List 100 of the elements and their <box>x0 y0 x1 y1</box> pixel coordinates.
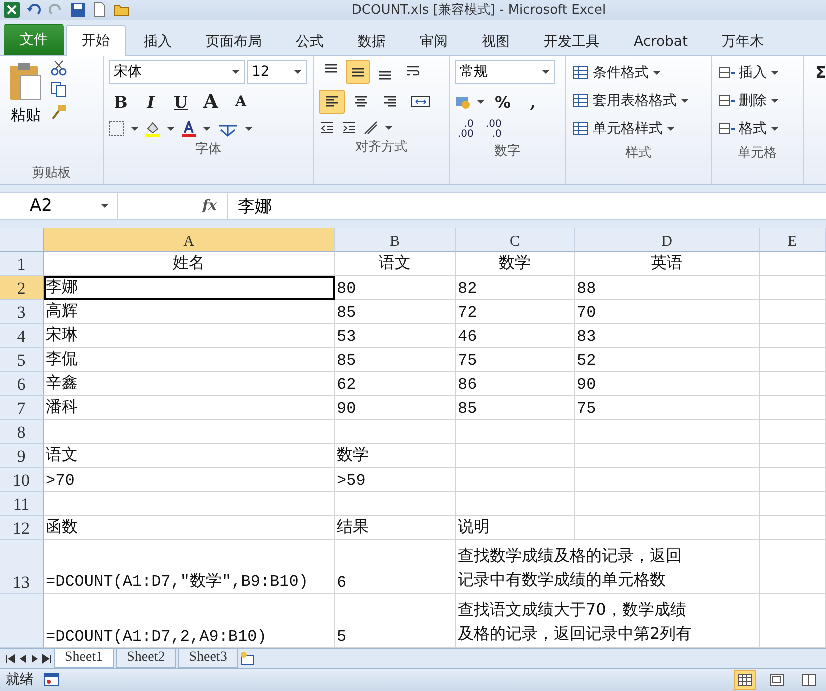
ribbon-tab[interactable]: 开始 <box>66 25 126 56</box>
insert-sheet-icon[interactable] <box>240 650 256 666</box>
format-painter-icon[interactable] <box>51 104 67 120</box>
row-header[interactable]: 13 <box>0 540 44 594</box>
borders-icon[interactable] <box>109 121 125 137</box>
cells-command[interactable]: 删除 <box>717 88 798 114</box>
underline-button[interactable]: U <box>169 90 193 114</box>
first-sheet-icon[interactable] <box>6 654 16 664</box>
cells-command[interactable]: 格式 <box>717 116 798 142</box>
table-cell: 语文 <box>44 444 335 468</box>
insert-function-button[interactable]: fx <box>118 193 228 219</box>
table-cell <box>760 492 826 516</box>
table-cell <box>760 300 826 324</box>
caret-icon <box>653 70 661 76</box>
row-header[interactable]: 12 <box>0 516 44 540</box>
caret-icon <box>542 69 550 75</box>
table-cell: 90 <box>575 372 760 396</box>
table-style-icon <box>573 65 589 81</box>
ribbon-tab[interactable]: 页面布局 <box>190 28 278 55</box>
increase-indent-icon[interactable] <box>341 120 357 136</box>
table-cell: 83 <box>575 324 760 348</box>
next-sheet-icon[interactable] <box>30 654 40 664</box>
row-header[interactable]: 5 <box>0 348 44 372</box>
cut-icon[interactable] <box>51 60 67 76</box>
align-top-icon <box>324 64 338 73</box>
ribbon-tab[interactable]: 视图 <box>466 28 526 55</box>
table-cell: 72 <box>456 300 575 324</box>
table-cell: =DCOUNT(A1:D7,"数学",B9:B10) <box>44 540 335 594</box>
row-header[interactable]: 7 <box>0 396 44 420</box>
sheet-tab[interactable]: Sheet2 <box>116 649 176 668</box>
number-format-field[interactable]: 常规 <box>455 60 555 84</box>
decimal-button[interactable]: .0 .00 <box>455 120 477 140</box>
table-cell: 6 <box>335 540 456 594</box>
ribbon-tab[interactable]: 插入 <box>128 28 188 55</box>
row-header[interactable]: 9 <box>0 444 44 468</box>
column-header[interactable]: B <box>335 228 456 252</box>
row-header[interactable]: 10 <box>0 468 44 492</box>
cells-command[interactable]: 插入 <box>717 60 798 86</box>
column-header[interactable]: D <box>575 228 760 252</box>
row-header[interactable]: 3 <box>0 300 44 324</box>
styles-command[interactable]: 单元格样式 <box>571 116 706 142</box>
caret-icon <box>771 98 779 104</box>
view-button[interactable] <box>734 670 756 690</box>
column-header[interactable]: E <box>760 228 826 252</box>
name-box[interactable]: A2 <box>0 193 118 219</box>
autosum-button[interactable]: Σ <box>809 60 826 84</box>
table-cell: 英语 <box>575 252 760 276</box>
font-size-field[interactable]: 12 <box>247 60 307 84</box>
grow-font-button[interactable]: A <box>199 90 223 114</box>
fill-color-icon[interactable] <box>145 121 161 137</box>
new-file-icon[interactable] <box>92 2 108 18</box>
table-cell: 李娜 <box>44 276 335 300</box>
caret-icon <box>232 69 240 75</box>
table-cell: 75 <box>456 348 575 372</box>
row-header[interactable]: 6 <box>0 372 44 396</box>
shrink-font-button[interactable]: A <box>229 90 253 114</box>
ribbon-tab[interactable]: 公式 <box>280 28 340 55</box>
sheet-tab[interactable]: Sheet3 <box>178 649 238 668</box>
row-header[interactable]: 4 <box>0 324 44 348</box>
table-style-icon <box>573 121 589 137</box>
bold-button[interactable]: B <box>109 90 133 114</box>
italic-button[interactable]: I <box>139 90 163 114</box>
formula-field[interactable]: 李娜 <box>228 194 826 218</box>
align-button[interactable] <box>319 90 345 114</box>
table-cell: 说明 <box>456 516 575 540</box>
save-icon[interactable] <box>70 2 86 18</box>
comma-button[interactable]: , <box>521 90 545 114</box>
ribbon-tab[interactable]: Acrobat <box>618 28 704 55</box>
ribbon-tab[interactable]: 开发工具 <box>528 28 616 55</box>
column-header[interactable]: A <box>44 228 335 252</box>
table-cell: 86 <box>456 372 575 396</box>
column-header[interactable]: C <box>456 228 575 252</box>
row-header[interactable]: 11 <box>0 492 44 516</box>
previous-sheet-icon[interactable] <box>18 654 28 664</box>
ribbon-tab[interactable]: 万年木 <box>706 28 780 55</box>
table-cell: 潘科 <box>44 396 335 420</box>
caret-icon <box>131 126 139 132</box>
group-label: 字体 <box>194 141 222 159</box>
copy-icon[interactable] <box>51 82 67 98</box>
row-header[interactable]: 1 <box>0 252 44 276</box>
ribbon-tab[interactable]: 数据 <box>342 28 402 55</box>
decrease-indent-icon[interactable] <box>319 120 335 136</box>
font-color-icon[interactable] <box>181 121 197 137</box>
row-header[interactable]: 2 <box>0 276 44 300</box>
styles-command[interactable]: 套用表格格式 <box>571 88 706 114</box>
file-tab[interactable]: 文件 <box>4 24 64 55</box>
table-cell: 85 <box>456 396 575 420</box>
table-cell <box>760 396 826 420</box>
ribbon-tab[interactable]: 审阅 <box>404 28 464 55</box>
percent-button[interactable]: % <box>491 90 515 114</box>
font-name-field[interactable]: 宋体 <box>109 60 245 84</box>
sheet-tab[interactable]: Sheet1 <box>54 649 114 668</box>
decimal-button[interactable]: .00 .0 <box>482 120 505 140</box>
last-sheet-icon[interactable] <box>42 654 52 664</box>
styles-command[interactable]: 条件格式 <box>571 60 706 86</box>
align-button[interactable] <box>346 60 370 84</box>
table-cell: 80 <box>335 276 456 300</box>
row-header[interactable]: 8 <box>0 420 44 444</box>
table-cell: 70 <box>575 300 760 324</box>
paste-button[interactable]: 粘贴 <box>5 60 47 162</box>
